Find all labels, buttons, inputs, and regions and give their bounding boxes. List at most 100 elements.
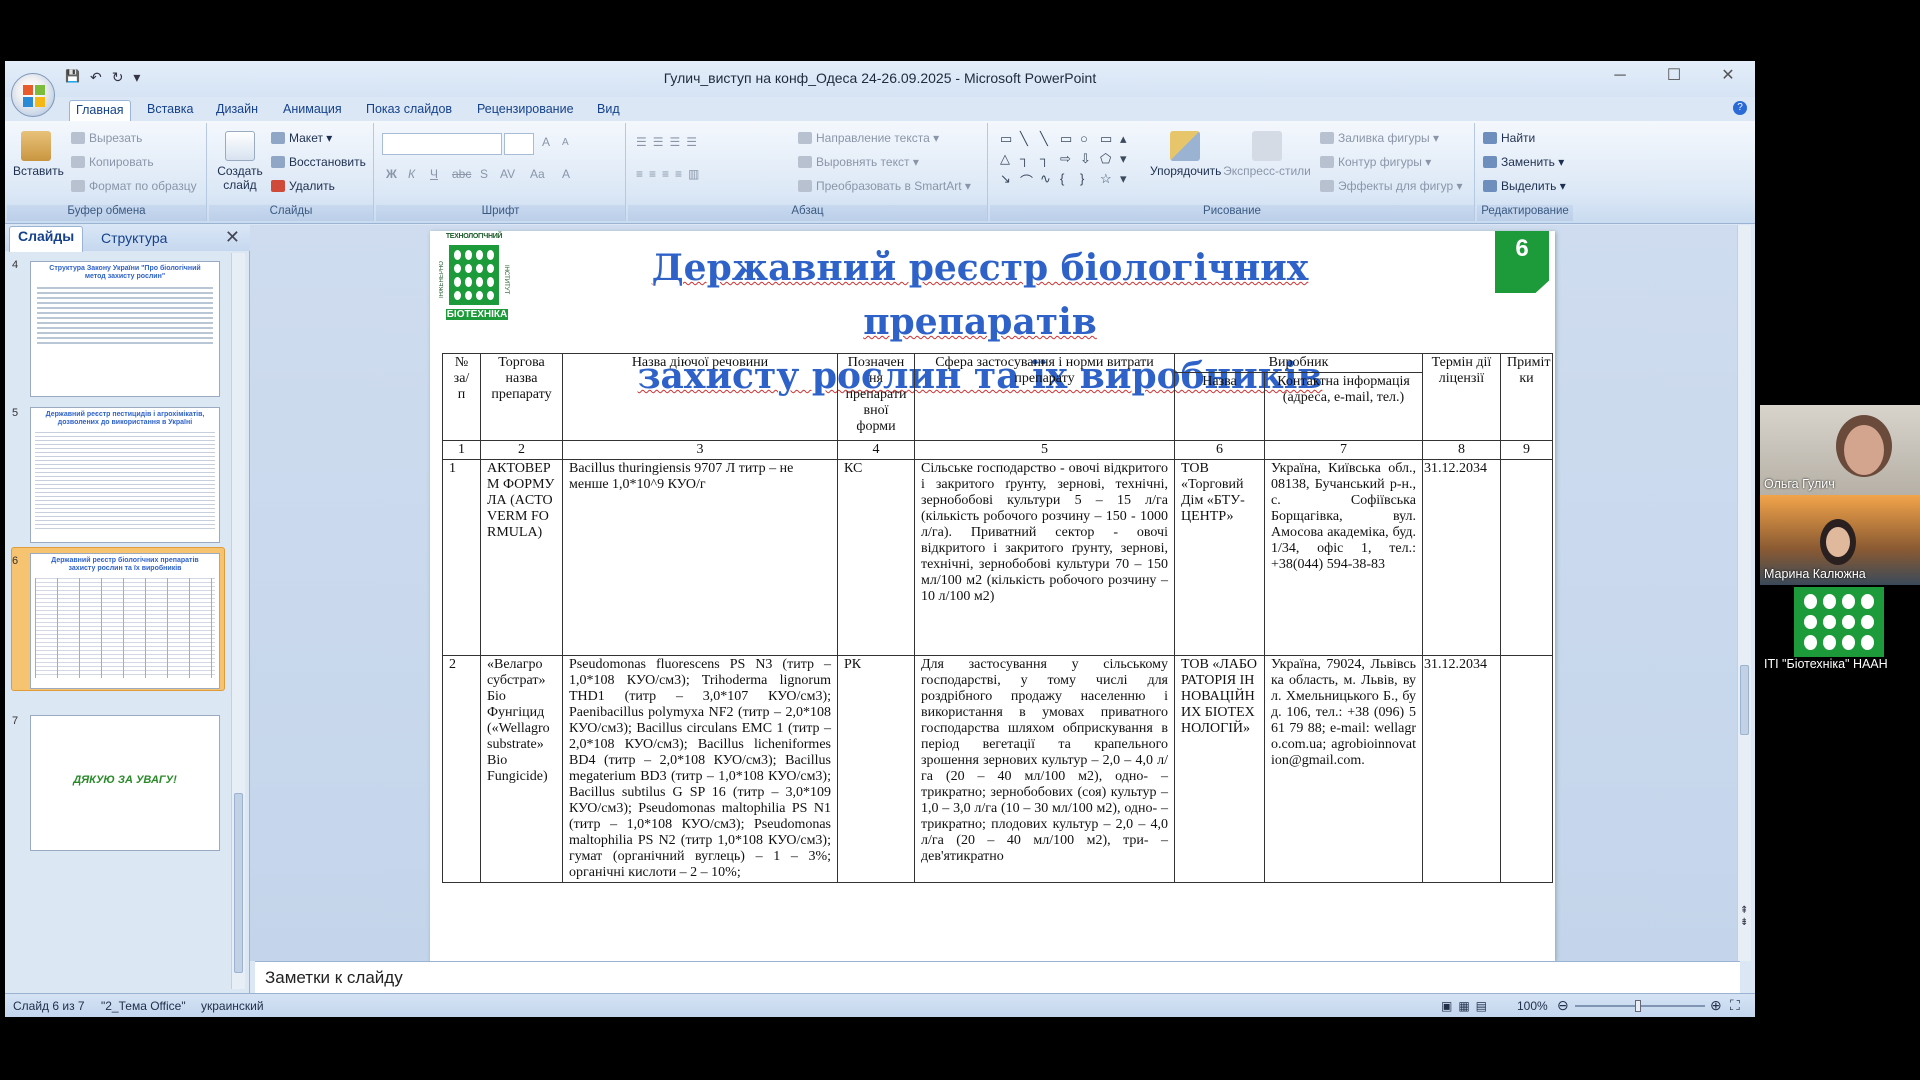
font-color-button[interactable]: A: [562, 167, 570, 181]
fit-to-window-icon[interactable]: ⛶: [1730, 997, 1740, 1014]
tab-outline[interactable]: Структура: [93, 229, 175, 247]
slide-thumbnail-6[interactable]: Державний реєстр біологічних препаратів …: [30, 553, 220, 689]
font-family-select[interactable]: [382, 133, 502, 155]
slide-number-badge: 6: [1495, 231, 1549, 293]
align-text-button[interactable]: Выровнять текст ▾: [798, 155, 919, 169]
header-substance: Назва діючої речовини: [562, 353, 838, 441]
prev-next-slide-icons[interactable]: ⇞ ⇟: [1740, 905, 1748, 929]
shadow-button[interactable]: S: [480, 167, 488, 181]
change-case-button[interactable]: Aa: [530, 167, 545, 181]
close-pane-icon[interactable]: ✕: [225, 227, 240, 248]
participant-name: ITI "Біотехніка" НААН: [1764, 657, 1888, 671]
tab-slides[interactable]: Слайды: [9, 226, 84, 252]
tab-home[interactable]: Главная: [69, 100, 131, 122]
slide-thumbnail-7[interactable]: ДЯКУЮ ЗА УВАГУ!: [30, 715, 220, 851]
quick-styles-button[interactable]: Экспресс-стили: [1222, 131, 1312, 178]
align-text-icon: [798, 156, 812, 168]
logo-dots-icon: [1794, 587, 1884, 657]
group-paragraph: ☰☰☰☰ ≡≡≡≡▥ Направление текста ▾ Выровнят…: [628, 123, 988, 221]
header-term: Термін дії ліцензії: [1422, 353, 1501, 441]
text-direction-button[interactable]: Направление текста ▾: [798, 131, 939, 145]
registry-table: № за/ п Торгова назва препарату Назва ді…: [442, 353, 1553, 883]
smartart-icon: [798, 180, 812, 192]
tab-insert[interactable]: Вставка: [141, 100, 199, 118]
zoom-level[interactable]: 100%: [1517, 999, 1548, 1013]
reset-button[interactable]: Восстановить: [271, 155, 366, 169]
char-spacing-button[interactable]: AV: [500, 167, 515, 181]
participant-video-1[interactable]: Ольга Гулич: [1760, 405, 1920, 495]
thumbnail-title: Державний реєстр біологічних препаратів …: [51, 557, 199, 572]
header-producer-contact: Контактна інформація (адреса, e-mail, те…: [1264, 372, 1423, 441]
slides-pane-scrollbar[interactable]: [231, 253, 245, 989]
copy-button[interactable]: Копировать: [71, 155, 154, 169]
group-label-slides: Слайды: [209, 205, 373, 221]
participant-video-3[interactable]: ITI "Біотехніка" НААН: [1760, 585, 1920, 675]
header-producer-name: Назва: [1174, 372, 1265, 441]
header-scope: Сфера застосування і норми витрати препа…: [914, 353, 1175, 441]
header-producer: Виробник: [1174, 353, 1423, 373]
shapes-gallery[interactable]: ▭ ╲ ╲ ▭ ○ ▭ ▴ △ ┐ ┐ ⇨ ⇩ ⬠ ▾ ↘ ⌒ ∿{} ☆ ▾: [1000, 131, 1140, 190]
cut-button[interactable]: Вырезать: [71, 131, 142, 145]
theme-name: "2_Тема Office": [101, 999, 186, 1013]
zoom-slider[interactable]: [1575, 1000, 1705, 1012]
slide-thumbnail-4[interactable]: Структура Закону України "Про біологічни…: [30, 261, 220, 397]
italic-button[interactable]: К: [408, 167, 415, 181]
table-row: 1 АКТОВЕРМ ФОРМУЛА (ACTOVERM FORMULA) Ba…: [442, 459, 1553, 656]
minimize-button[interactable]: ─: [1593, 61, 1647, 91]
select-button[interactable]: Выделить ▾: [1483, 179, 1566, 193]
layout-button[interactable]: Макет ▾: [271, 131, 332, 145]
thumbnail-title: Державний реєстр пестицидів і агрохіміка…: [45, 411, 205, 426]
strikethrough-button[interactable]: abc: [452, 167, 471, 181]
status-bar: Слайд 6 из 7 "2_Тема Office" украинский …: [5, 993, 1755, 1017]
shape-outline-button[interactable]: Контур фигуры ▾: [1320, 155, 1431, 169]
format-painter-button[interactable]: Формат по образцу: [71, 179, 197, 193]
tab-review[interactable]: Рецензирование: [471, 100, 580, 118]
arrange-icon: [1170, 131, 1200, 161]
underline-button[interactable]: Ч: [430, 167, 438, 181]
list-buttons[interactable]: ☰☰☰☰: [636, 135, 703, 149]
arrange-button[interactable]: Упорядочить: [1150, 131, 1221, 178]
group-label-font: Шрифт: [376, 205, 625, 221]
replace-button[interactable]: Заменить ▾: [1483, 155, 1564, 169]
scissors-icon: [71, 132, 85, 144]
participant-name: Ольга Гулич: [1764, 477, 1835, 491]
notes-pane[interactable]: Заметки к слайду: [255, 961, 1740, 993]
quick-styles-icon: [1252, 131, 1282, 161]
effects-icon: [1320, 180, 1334, 192]
close-button[interactable]: ✕: [1701, 61, 1755, 91]
tab-animation[interactable]: Анимация: [277, 100, 348, 118]
text-direction-icon: [798, 132, 812, 144]
slide-scrollbar[interactable]: ⇞ ⇟: [1737, 225, 1751, 961]
thumbnail-number: 5: [12, 407, 19, 419]
slide-counter: Слайд 6 из 7: [13, 999, 85, 1013]
smartart-button[interactable]: Преобразовать в SmartArt ▾: [798, 179, 971, 193]
tab-view[interactable]: Вид: [591, 100, 626, 118]
zoom-in-icon[interactable]: ⊕: [1710, 997, 1722, 1014]
slide-canvas[interactable]: ТЕХНОЛОГІЧНИЙ ІНЖЕНЕРНО ІНСТИТУТ БІОТЕХН…: [430, 231, 1555, 961]
tab-design[interactable]: Дизайн: [210, 100, 264, 118]
maximize-button[interactable]: ☐: [1647, 61, 1701, 91]
bold-button[interactable]: Ж: [386, 167, 397, 181]
group-editing: Найти Заменить ▾ Выделить ▾ Редактирован…: [1477, 123, 1573, 221]
help-icon[interactable]: ?: [1733, 101, 1747, 115]
delete-slide-button[interactable]: Удалить: [271, 179, 335, 193]
shape-effects-button[interactable]: Эффекты для фигур ▾: [1320, 179, 1463, 193]
shrink-font-button[interactable]: A: [562, 137, 569, 148]
view-buttons[interactable]: ▣▦▤: [1441, 999, 1493, 1013]
slide-thumbnail-5[interactable]: Державний реєстр пестицидів і агрохіміка…: [30, 407, 220, 543]
paste-button[interactable]: Вставить: [13, 131, 64, 178]
zoom-out-icon[interactable]: ⊖: [1557, 997, 1569, 1014]
language-indicator[interactable]: украинский: [201, 999, 264, 1013]
header-form: Позначен ня препарати вної форми: [837, 353, 915, 441]
font-size-select[interactable]: [504, 133, 534, 155]
office-button[interactable]: [11, 73, 55, 117]
find-button[interactable]: Найти: [1483, 131, 1535, 145]
new-slide-button[interactable]: Создать слайд: [215, 131, 265, 192]
tab-slideshow[interactable]: Показ слайдов: [360, 100, 458, 118]
participant-video-2[interactable]: Марина Калюжна: [1760, 495, 1920, 585]
align-buttons[interactable]: ≡≡≡≡▥: [636, 167, 705, 181]
window-controls: ─ ☐ ✕: [1593, 61, 1755, 91]
office-logo-icon: [23, 85, 45, 107]
grow-font-button[interactable]: A: [542, 135, 550, 149]
shape-fill-button[interactable]: Заливка фигуры ▾: [1320, 131, 1439, 145]
